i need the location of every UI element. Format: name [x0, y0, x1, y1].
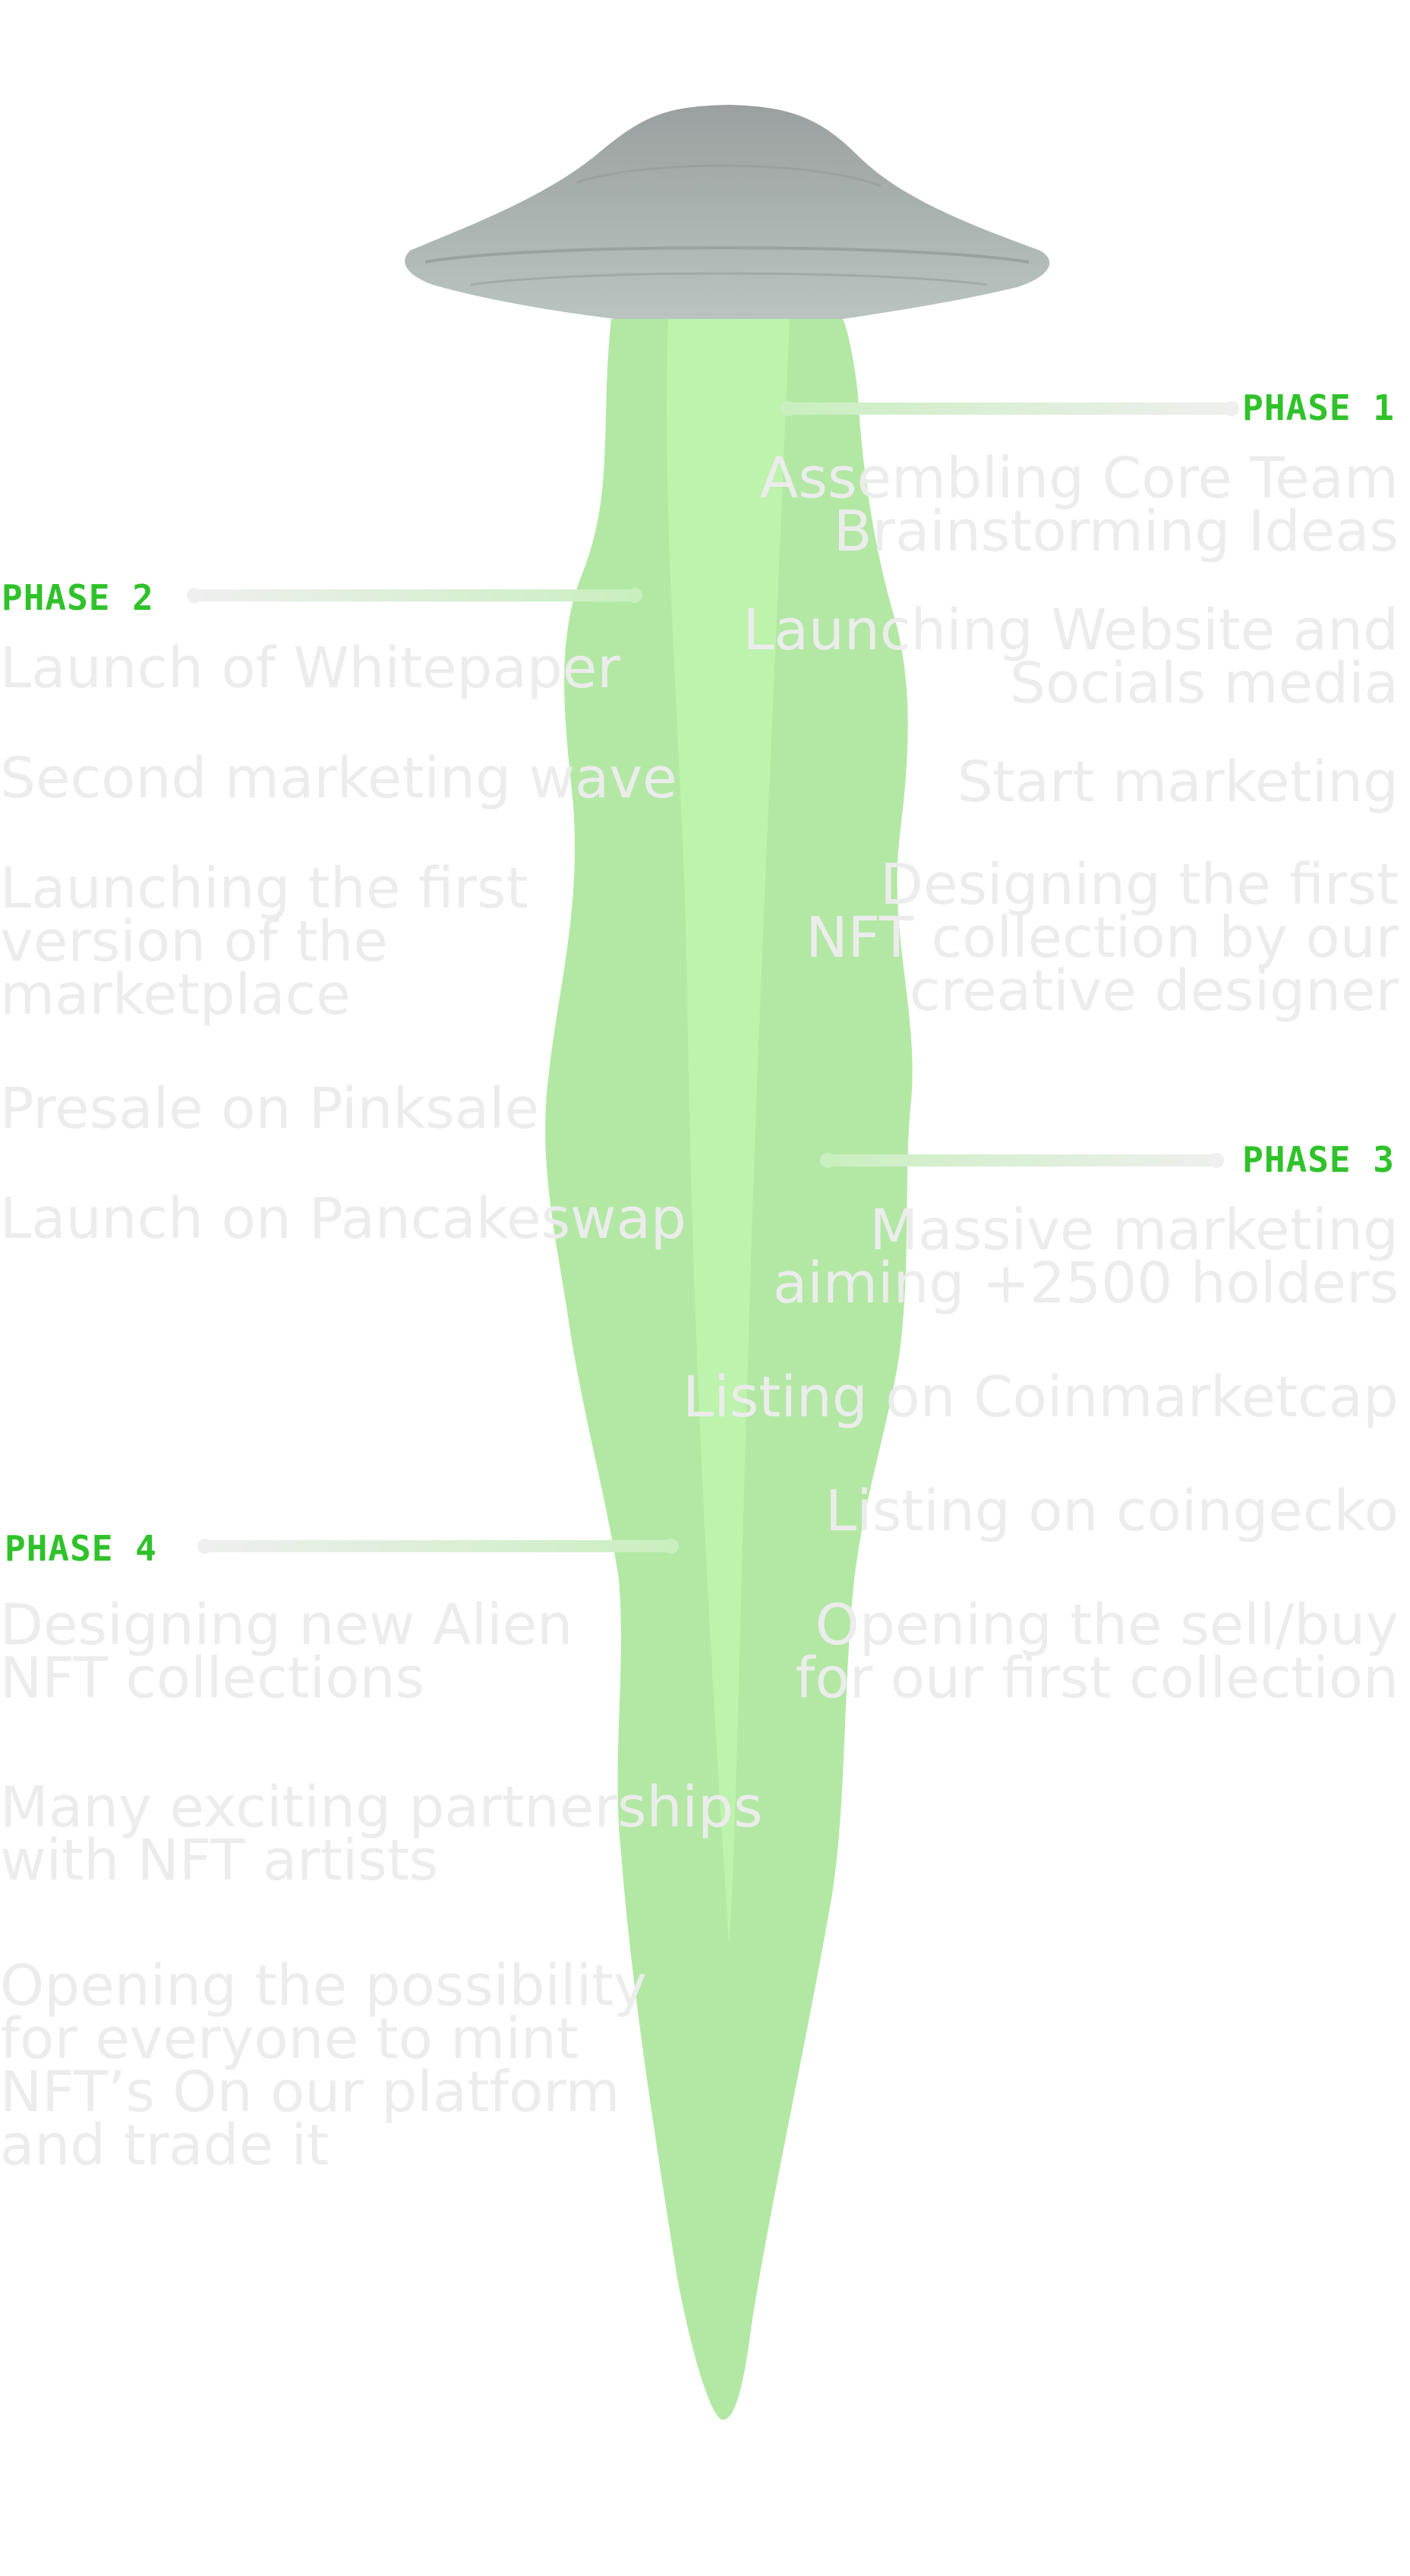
phase-4-item: Designing new Alien NFT collections [0, 1593, 573, 1711]
phase-3-item: Massive marketing aiming +2500 holders [772, 1198, 1399, 1316]
phase-4-label: PHASE 4 [5, 1528, 157, 1569]
phase-1-connector [781, 401, 1239, 416]
phase-4-item: Opening the possibility for everyone to … [0, 1953, 647, 2178]
phase-1-item: Assembling Core Team Brainstorming Ideas [759, 446, 1399, 564]
phase-1-item: Launching Website and Socials media [743, 598, 1399, 716]
phase-2-item: Launch of Whitepaper [0, 636, 620, 701]
phase-4-item: Many exciting partnerships with NFT arti… [0, 1775, 763, 1893]
phase-2-connector [187, 588, 642, 603]
phase-3-item: Listing on Coinmarketcap [682, 1365, 1399, 1430]
phase-3-connector [820, 1153, 1224, 1168]
phase-3-label: PHASE 3 [1242, 1139, 1395, 1180]
roadmap: PHASE 1 Assembling Core Team Brainstormi… [0, 0, 1410, 2576]
phase-2-label: PHASE 2 [2, 577, 154, 618]
phase-1-item: Start marketing [957, 750, 1399, 815]
phase-1-label: PHASE 1 [1242, 387, 1395, 428]
phase-2-item: Launching the first version of the marke… [0, 856, 528, 1028]
phase-4-connector [197, 1539, 679, 1554]
phase-1-item: Designing the first NFT collection by ou… [806, 852, 1399, 1024]
phase-2-item: Presale on Pinksale [0, 1076, 540, 1141]
phase-3-item: Opening the sell/buy for our first colle… [795, 1593, 1399, 1711]
ufo-body [405, 105, 1050, 319]
phase-2-item: Second marketing wave [0, 746, 677, 811]
phase-3-item: Listing on coingecko [825, 1479, 1399, 1544]
phase-2-item: Launch on Pancakeswap [0, 1186, 686, 1252]
